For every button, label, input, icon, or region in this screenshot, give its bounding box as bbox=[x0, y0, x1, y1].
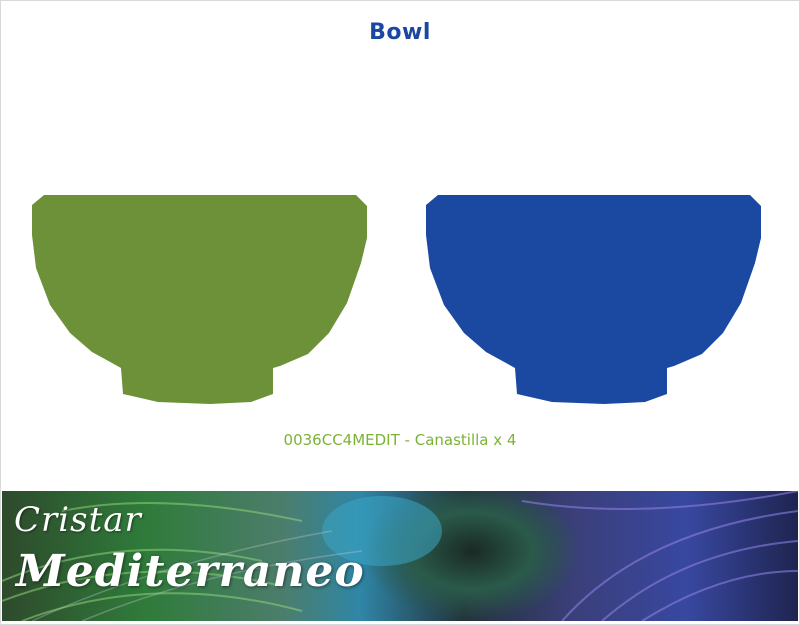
brand-logo-line2: Mediterraneo bbox=[16, 546, 365, 597]
green-bowl-image bbox=[32, 195, 367, 404]
brand-logo-line1: Cristar bbox=[14, 500, 142, 540]
product-code-caption: 0036CC4MEDIT - Canastilla x 4 bbox=[283, 431, 517, 449]
blue-bowl-image bbox=[426, 195, 761, 404]
page-title: Bowl bbox=[369, 20, 431, 45]
